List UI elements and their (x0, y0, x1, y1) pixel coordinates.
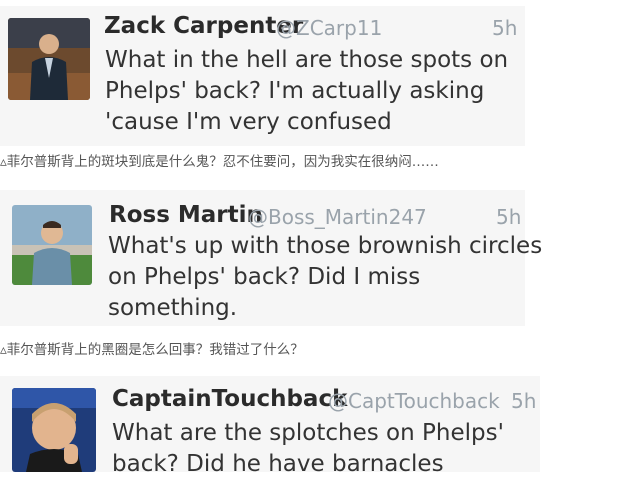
tweet-item[interactable]: Ross Martin @Boss_Martin247 5h What's up… (0, 190, 617, 330)
avatar[interactable] (8, 18, 90, 100)
avatar[interactable] (12, 388, 96, 472)
tweet-text-line: on Phelps' back? Did I miss (108, 264, 421, 290)
timestamp[interactable]: 5h (511, 389, 536, 413)
tweet-text-line: something. (108, 295, 238, 321)
author-handle[interactable]: @Boss_Martin247 (248, 205, 427, 229)
translation-caption: ▵菲尔普斯背上的黑圈是怎么回事？我错过了什么？ (0, 342, 304, 358)
tweet-text-line: What in the hell are those spots on (105, 47, 509, 73)
tweet-text-line: What's up with those brownish circles (108, 233, 543, 259)
avatar[interactable] (12, 205, 92, 285)
tweet-text: What's up with those brownish circles on… (108, 231, 542, 324)
author-handle[interactable]: @CaptTouchback (328, 389, 500, 413)
tweet-text-line: back? Did he have barnacles (112, 451, 444, 477)
tweet-text-line: What are the splotches on Phelps' (112, 420, 504, 446)
timestamp[interactable]: 5h (496, 205, 521, 229)
timestamp[interactable]: 5h (492, 16, 517, 40)
tweet-text-line: 'cause I'm very confused (105, 109, 392, 135)
tweet-item[interactable]: Zack Carpenter @ZCarp11 5h What in the h… (0, 0, 617, 150)
translation-caption: ▵菲尔普斯背上的斑块到底是什么鬼？忍不住要问，因为我实在很纳闷…… (0, 154, 439, 170)
avatar-image (8, 18, 90, 100)
author-name[interactable]: CaptainTouchback (112, 386, 347, 412)
author-handle[interactable]: @ZCarp11 (276, 16, 382, 40)
tweet-text: What are the splotches on Phelps' back? … (112, 418, 504, 480)
avatar-image (12, 388, 96, 472)
avatar-image (12, 205, 92, 285)
tweet-text: What in the hell are those spots on Phel… (105, 45, 508, 138)
author-name[interactable]: Zack Carpenter (104, 13, 303, 39)
tweet-item[interactable]: CaptainTouchback @CaptTouchback 5h What … (0, 376, 617, 477)
author-name[interactable]: Ross Martin (109, 202, 263, 228)
tweet-text-line: Phelps' back? I'm actually asking (105, 78, 485, 104)
